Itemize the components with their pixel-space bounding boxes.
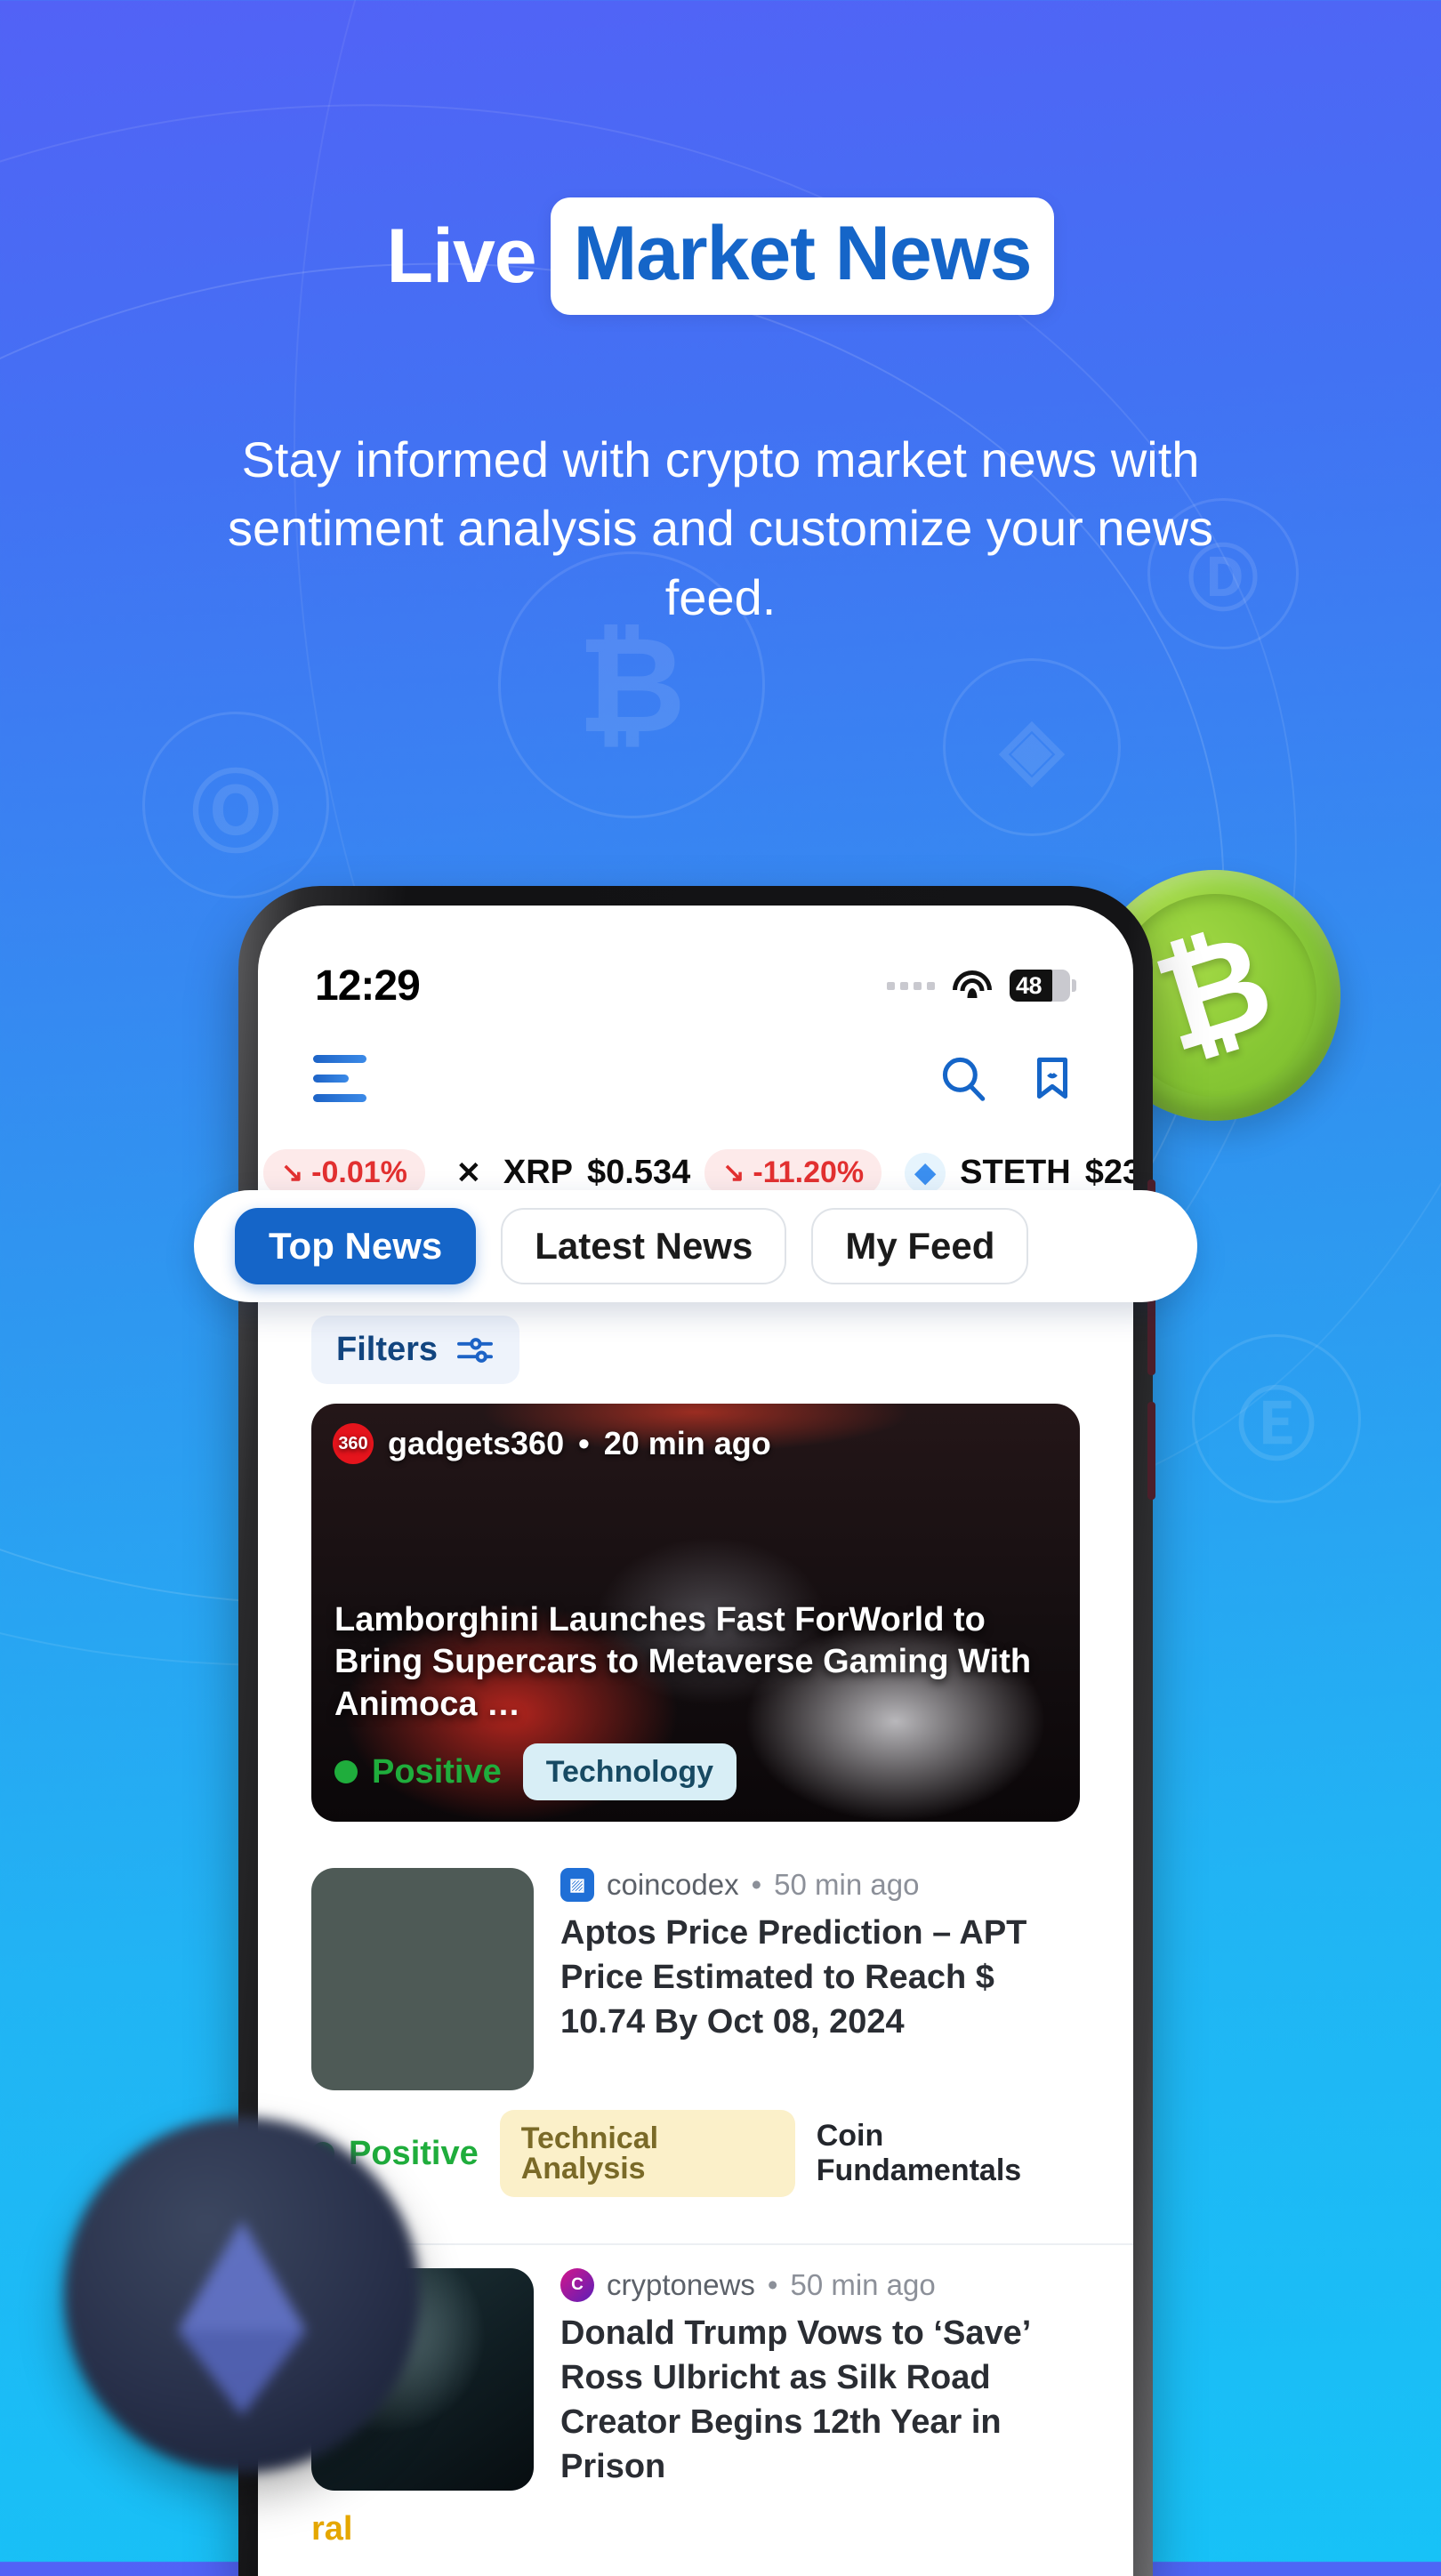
cryptonews-icon: C — [560, 2268, 594, 2302]
filters-label: Filters — [336, 1331, 439, 1368]
promo-headline: Live Market News — [0, 197, 1441, 315]
featured-tag-chip[interactable]: Technology — [522, 1743, 737, 1800]
article-thumbnail — [311, 1868, 534, 2090]
gadgets360-logo-icon: 360 — [333, 1423, 374, 1464]
ticker-symbol: XRP — [503, 1154, 574, 1191]
ticker-change-value: -11.20% — [753, 1155, 865, 1189]
featured-source-name: gadgets360 — [388, 1425, 565, 1461]
signal-dots-icon — [887, 981, 935, 990]
article-title: Aptos Price Prediction – APT Price Estim… — [560, 1914, 1027, 2041]
news-tabs-card: Top News Latest News My Feed — [194, 1190, 1197, 1302]
article-source-name: cryptonews — [607, 2268, 755, 2301]
bookmark-icon[interactable] — [1026, 1052, 1078, 1104]
article-timestamp: 50 min ago — [790, 2268, 936, 2301]
hamburger-menu-icon[interactable] — [313, 1054, 366, 1102]
article-title: Donald Trump Vows to ‘Save’ Ross Ulbrich… — [560, 2314, 1030, 2486]
article-tag-label[interactable]: Coin Fundamentals — [817, 2119, 1080, 2188]
trend-down-icon: ↘ — [281, 1157, 304, 1187]
app-header — [258, 1012, 1133, 1119]
article-sentiment-label: ral — [311, 2510, 353, 2548]
coincodex-icon: ▨ — [560, 1868, 594, 1902]
featured-meta: Positive Technology — [334, 1743, 1057, 1800]
status-indicators: 48 — [887, 970, 1076, 1002]
featured-separator: • — [578, 1425, 590, 1461]
wifi-icon — [953, 970, 992, 1001]
ghost-bnb-icon: ◈ — [943, 658, 1121, 836]
article-body: C cryptonews • 50 min ago Donald Trump V… — [560, 2268, 1080, 2491]
ticker-item-steth[interactable]: ◆ STETH $2390.6 — [905, 1152, 1133, 1194]
ghost-coin-icon: Ⓔ — [1192, 1334, 1361, 1503]
article-meta: ral — [258, 2510, 1133, 2572]
tab-top-news[interactable]: Top News — [235, 1208, 477, 1284]
headline-highlight-pill: Market News — [550, 197, 1055, 315]
ticker-symbol: STETH — [960, 1154, 1071, 1191]
article-tag-chip[interactable]: Technical Analysis — [499, 2110, 795, 2197]
ethereum-icon — [178, 2220, 306, 2416]
battery-level-label: 48 — [1016, 971, 1043, 999]
battery-indicator: 48 — [1010, 970, 1076, 1002]
filters-row: Filters — [258, 1292, 1133, 1384]
price-ticker[interactable]: ↘ -0.01% ✕ XRP $0.534 ↘ -11.20% ◆ STETH … — [258, 1119, 1133, 1196]
tab-my-feed[interactable]: My Feed — [811, 1208, 1029, 1284]
tab-latest-news[interactable]: Latest News — [501, 1208, 787, 1284]
article-source-row: ▨ coincodex • 50 min ago — [560, 1868, 1080, 1902]
featured-content: Lamborghini Launches Fast ForWorld to Br… — [334, 1599, 1057, 1800]
article-separator: • — [767, 2268, 778, 2301]
phone-volume-down-button — [1147, 1402, 1155, 1500]
status-clock: 12:29 — [315, 962, 421, 1010]
header-actions — [938, 1052, 1078, 1104]
featured-timestamp: 20 min ago — [603, 1425, 771, 1461]
ticker-price: $0.534 — [587, 1154, 691, 1191]
sentiment-dot-icon — [334, 1760, 358, 1783]
promo-subtitle: Stay informed with crypto market news wi… — [227, 431, 1214, 625]
ticker-change-value: -0.01% — [311, 1155, 407, 1189]
filters-button[interactable]: Filters — [311, 1316, 520, 1384]
xrp-logo-icon: ✕ — [447, 1152, 489, 1194]
bitcoin-icon: ₿ — [1139, 904, 1288, 1080]
steth-logo-icon: ◆ — [905, 1152, 946, 1194]
status-bar: 12:29 48 — [258, 906, 1133, 1012]
headline-plain-text: Live — [386, 213, 537, 299]
featured-sentiment-badge: Positive — [334, 1753, 502, 1791]
ticker-price: $2390.6 — [1084, 1154, 1133, 1191]
ethereum-coin-graphic — [64, 2117, 420, 2473]
featured-title: Lamborghini Launches Fast ForWorld to Br… — [334, 1600, 1032, 1723]
ghost-coin-icon: Ⓞ — [142, 712, 329, 898]
featured-source-row: 360 gadgets360 • 20 min ago — [333, 1423, 771, 1464]
article-separator: • — [751, 1868, 762, 1901]
article-source-row: C cryptonews • 50 min ago — [560, 2268, 1080, 2302]
article-timestamp: 50 min ago — [774, 1868, 920, 1901]
article-body: ▨ coincodex • 50 min ago Aptos Price Pre… — [560, 1868, 1080, 2090]
article-sentiment-label: Positive — [349, 2134, 479, 2172]
article-row[interactable]: ▨ coincodex • 50 min ago Aptos Price Pre… — [258, 1845, 1133, 2090]
sliders-icon — [457, 1337, 494, 1363]
featured-sentiment-label: Positive — [372, 1752, 502, 1791]
featured-article-card[interactable]: 360 gadgets360 • 20 min ago Lamborghini … — [311, 1404, 1080, 1822]
battery-icon: 48 — [1010, 970, 1070, 1002]
article-source-name: coincodex — [607, 1868, 739, 1901]
search-icon[interactable] — [938, 1052, 989, 1104]
trend-down-icon: ↘ — [722, 1157, 745, 1187]
